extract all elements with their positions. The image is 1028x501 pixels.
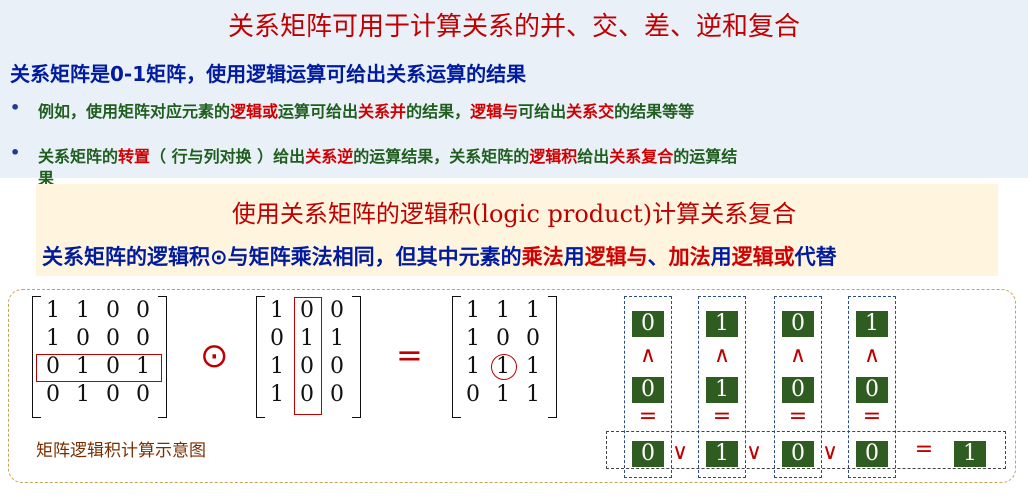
matrix-c-cell: 1 (526, 298, 540, 323)
bullet2-segment: （ 行与列对换 ）给出 (150, 147, 306, 166)
banner-subtitle-segment: 逻辑或 (731, 245, 795, 269)
bullet2-segment: 的运算结果，关系矩阵的 (353, 147, 530, 166)
equals-symbol: = (712, 404, 732, 429)
and-symbol: ∧ (713, 343, 731, 368)
equals-symbol: = (396, 336, 423, 374)
bullet1-segment: 运算可给出 (278, 102, 359, 121)
matrix-c-cell: 0 (526, 326, 540, 351)
matrix-c-cell: 1 (526, 354, 540, 379)
matrix-a-cell: 0 (136, 298, 150, 323)
matrix-c-cell: 1 (496, 298, 510, 323)
matrix-b-cell: 1 (330, 326, 344, 351)
matrix-b-cell: 0 (270, 326, 284, 351)
bullet1-segment: 的结果等等 (614, 102, 695, 121)
bullet-marker: • (10, 143, 21, 162)
matrix-c-cell: 1 (526, 382, 540, 407)
top-value: 1 (856, 311, 888, 337)
banner-subtitle-segment: 乘法 (521, 245, 564, 269)
banner-subtitle-segment: 用 (563, 245, 585, 269)
banner-subtitle-segment: 关系矩阵的逻辑积⊙与矩阵乘法相同，但其中元素的 (42, 245, 522, 269)
bullet2-segment: 关系矩阵的 (38, 147, 119, 166)
highlight-row (36, 354, 162, 382)
highlight-column (294, 297, 322, 415)
matrix-b-cell: 1 (270, 354, 284, 379)
or-row-outline (606, 431, 1006, 469)
bullet2-segment: 转置 (118, 147, 151, 166)
bullet2-segment: 给出 (577, 147, 610, 166)
matrix-b-cell: 0 (330, 298, 344, 323)
matrix-b-right-bracket (352, 296, 361, 418)
bullet1-segment: 逻辑与 (470, 102, 519, 121)
bottom-value: 0 (632, 377, 664, 403)
bottom-value: 1 (706, 377, 738, 403)
matrix-a-cell: 1 (46, 326, 60, 351)
banner-subtitle: 关系矩阵的逻辑积⊙与矩阵乘法相同，但其中元素的乘法用逻辑与、加法用逻辑或代替 (42, 241, 837, 271)
bullet2-segment: 的运算结 (673, 147, 738, 166)
banner-subtitle-segment: 逻辑与 (584, 245, 648, 269)
matrix-b-cell: 0 (330, 354, 344, 379)
bullet-text-2: 关系矩阵的转置（ 行与列对换 ）给出关系逆的运算结果，关系矩阵的逻辑积给出关系复… (38, 143, 737, 167)
bottom-value: 0 (782, 377, 814, 403)
highlight-result-cell (491, 354, 517, 380)
matrix-a-cell: 1 (76, 382, 90, 407)
top-value: 1 (706, 311, 738, 337)
bullet-text-1: 例如，使用矩阵对应元素的逻辑或运算可给出关系并的结果，逻辑与可给出关系交的结果等… (38, 98, 694, 122)
bullet1-segment: 关系交 (566, 102, 615, 121)
matrix-a-cell: 0 (136, 382, 150, 407)
logic-product-symbol: ⊙ (200, 336, 229, 376)
matrix-c-cell: 0 (496, 326, 510, 351)
matrix-b-cell: 1 (270, 382, 284, 407)
banner-subtitle-segment: 代替 (794, 245, 837, 269)
matrix-c-cell: 1 (466, 326, 480, 351)
equals-symbol: = (788, 404, 808, 429)
bullet1-segment: 例如，使用矩阵对应元素的 (38, 102, 231, 121)
and-symbol: ∧ (789, 343, 807, 368)
final-result: 1 (954, 441, 986, 467)
equals-symbol: = (638, 404, 658, 429)
and-symbol: ∧ (639, 343, 657, 368)
matrix-a-cell: 1 (76, 298, 90, 323)
matrix-c-cell: 1 (466, 298, 480, 323)
equals-symbol: = (862, 404, 882, 429)
final-equals-symbol: = (914, 437, 934, 462)
bullet1-segment: 关系并 (358, 102, 407, 121)
and-symbol: ∧ (863, 343, 881, 368)
matrix-c-cell: 1 (496, 382, 510, 407)
bullet2-segment: 逻辑积 (529, 147, 578, 166)
bullet1-segment: 的结果， (406, 102, 471, 121)
matrix-a-cell: 0 (106, 382, 120, 407)
banner-subtitle-segment: 、 (647, 245, 669, 269)
bullet2-segment: 关系逆 (305, 147, 354, 166)
bullet1-segment: 可给出 (518, 102, 567, 121)
matrix-c-cell: 0 (466, 382, 480, 407)
banner-title: 使用关系矩阵的逻辑积(logic product)计算关系复合 (231, 200, 797, 228)
matrix-a-cell: 0 (136, 326, 150, 351)
matrix-c-cell: 1 (466, 354, 480, 379)
matrix-b-cell: 1 (270, 298, 284, 323)
banner-subtitle-segment: 用 (710, 245, 732, 269)
banner-subtitle-segment: 加法 (668, 245, 711, 269)
bullet2-segment: 关系复合 (609, 147, 674, 166)
bullet1-segment: 逻辑或 (230, 102, 279, 121)
bottom-value: 0 (856, 377, 888, 403)
top-value: 0 (632, 311, 664, 337)
page-title: 关系矩阵可用于计算关系的并、交、差、逆和复合 (227, 12, 800, 42)
matrix-c-right-bracket (548, 296, 557, 418)
matrix-a-cell: 0 (106, 326, 120, 351)
matrix-a-cell: 0 (106, 298, 120, 323)
matrix-b-cell: 0 (330, 382, 344, 407)
matrix-a-cell: 1 (46, 298, 60, 323)
top-value: 0 (782, 311, 814, 337)
matrix-a-cell: 0 (76, 326, 90, 351)
bullet-marker: • (10, 98, 21, 117)
section-subtitle: 关系矩阵是0-1矩阵，使用逻辑运算可给出关系运算的结果 (10, 62, 527, 86)
figure-caption: 矩阵逻辑积计算示意图 (36, 441, 206, 461)
matrix-a-cell: 0 (46, 382, 60, 407)
